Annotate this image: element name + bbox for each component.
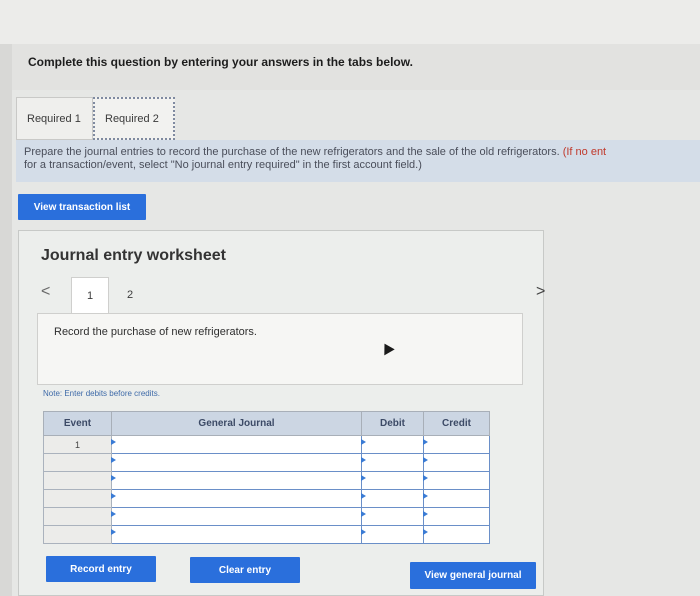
event-cell — [43, 507, 112, 526]
credit-field[interactable] — [423, 435, 490, 454]
account-field[interactable] — [111, 507, 362, 526]
account-field[interactable] — [111, 489, 362, 508]
credit-field[interactable] — [423, 507, 490, 526]
instruction-box: Prepare the journal entries to record th… — [16, 140, 700, 182]
debit-field[interactable] — [361, 489, 424, 508]
credit-field[interactable] — [423, 471, 490, 490]
journal-header-row: Event General Journal Debit Credit — [43, 411, 490, 436]
account-field[interactable] — [111, 471, 362, 490]
account-field[interactable] — [111, 435, 362, 454]
debit-field[interactable] — [361, 453, 424, 472]
table-row — [43, 471, 490, 490]
event-cell — [43, 525, 112, 544]
journal-entry-worksheet: Journal entry worksheet < 1 2 > Record t… — [18, 230, 545, 596]
column-header-credit: Credit — [423, 411, 490, 436]
tab-required-2-label: Required 2 — [105, 112, 159, 125]
table-row — [43, 507, 490, 526]
table-row: 1 — [43, 435, 490, 454]
column-header-general-journal: General Journal — [111, 411, 362, 436]
debit-field[interactable] — [361, 525, 424, 544]
worksheet-page-1[interactable]: 1 — [71, 277, 109, 313]
question-title: Complete this question by entering your … — [28, 55, 413, 69]
account-field[interactable] — [111, 453, 362, 472]
clear-entry-button[interactable]: Clear entry — [190, 557, 300, 583]
event-cell: 1 — [43, 435, 112, 454]
event-cell — [43, 471, 112, 490]
record-entry-button[interactable]: Record entry — [46, 556, 156, 582]
debit-field[interactable] — [361, 507, 424, 526]
view-transaction-list-button[interactable]: View transaction list — [18, 194, 146, 220]
table-row — [43, 525, 490, 544]
record-description: Record the purchase of new refrigerators… — [54, 326, 257, 338]
tab-required-1[interactable]: Required 1 — [16, 97, 93, 140]
table-row — [43, 489, 490, 508]
credit-field[interactable] — [423, 525, 490, 544]
view-general-journal-button[interactable]: View general journal — [410, 562, 536, 589]
instruction-line2: for a transaction/event, select "No jour… — [24, 159, 422, 171]
chevron-right-icon[interactable]: > — [536, 283, 545, 301]
credit-field[interactable] — [423, 453, 490, 472]
instruction-paren: (If no ent — [562, 146, 607, 158]
tab-required-1-label: Required 1 — [27, 112, 81, 125]
event-cell — [43, 489, 112, 508]
credit-field[interactable] — [423, 489, 490, 508]
tab-required-2[interactable]: Required 2 — [93, 97, 175, 140]
event-cell — [43, 453, 112, 472]
debit-field[interactable] — [361, 435, 424, 454]
worksheet-page-2[interactable]: 2 — [111, 277, 149, 313]
required-tabs: Required 1 Required 2 — [16, 97, 175, 140]
instruction-text: Prepare the journal entries to record th… — [24, 146, 560, 158]
column-header-debit: Debit — [361, 411, 424, 436]
debits-note: Note: Enter debits before credits. — [43, 389, 160, 398]
chevron-left-icon[interactable]: < — [41, 283, 50, 301]
record-description-box: Record the purchase of new refrigerators… — [37, 313, 523, 385]
top-band — [0, 0, 700, 44]
worksheet-title: Journal entry worksheet — [41, 247, 226, 264]
debit-field[interactable] — [361, 471, 424, 490]
column-header-event: Event — [43, 411, 112, 436]
journal-table: Event General Journal Debit Credit 1 — [43, 411, 490, 544]
question-header: Complete this question by entering your … — [12, 44, 700, 90]
table-row — [43, 453, 490, 472]
account-field[interactable] — [111, 525, 362, 544]
